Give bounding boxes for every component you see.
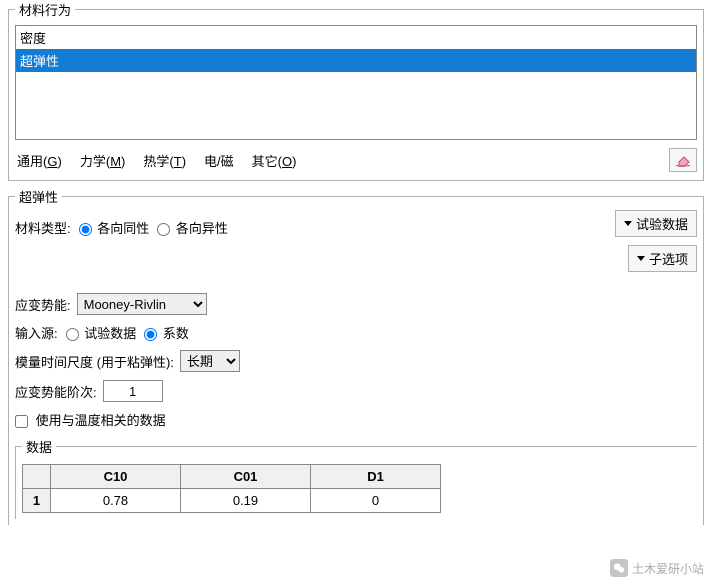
potential-order-input[interactable] xyxy=(103,380,163,402)
strain-potential-row: 应变势能: Mooney-Rivlin xyxy=(15,293,697,315)
table-header-row: C10 C01 D1 xyxy=(23,465,441,489)
material-type-label: 材料类型: xyxy=(15,218,71,237)
wechat-icon xyxy=(610,559,628,577)
strain-potential-label: 应变势能: xyxy=(15,295,71,314)
right-buttons: 试验数据 子选项 xyxy=(615,210,697,280)
coefficients-table[interactable]: C10 C01 D1 1 0.78 0.19 0 xyxy=(22,464,441,513)
potential-order-label: 应变势能阶次: xyxy=(15,382,97,401)
input-source-row: 输入源: 试验数据 系数 xyxy=(15,323,697,342)
radio-anisotropic[interactable]: 各向异性 xyxy=(155,218,228,237)
potential-order-row: 应变势能阶次: xyxy=(15,380,697,402)
chevron-down-icon xyxy=(624,221,632,226)
cell-c01[interactable]: 0.19 xyxy=(181,489,311,513)
col-c01[interactable]: C01 xyxy=(181,465,311,489)
timescale-row: 模量时间尺度 (用于粘弹性): 长期 xyxy=(15,350,697,372)
hyperelastic-group: 超弹性 试验数据 子选项 材料类型: 各向同性 各向异性 应变势能: Moone… xyxy=(8,187,704,525)
data-legend: 数据 xyxy=(22,437,56,456)
test-data-button[interactable]: 试验数据 xyxy=(615,210,697,237)
tab-general[interactable]: 通用(G) xyxy=(15,149,64,172)
radio-source-testdata[interactable]: 试验数据 xyxy=(64,323,137,342)
radio-source-coefficients[interactable]: 系数 xyxy=(142,323,189,342)
radio-isotropic[interactable]: 各向同性 xyxy=(77,218,150,237)
tab-thermal[interactable]: 热学(T) xyxy=(141,149,188,172)
chevron-down-icon xyxy=(637,256,645,261)
hyperelastic-legend: 超弹性 xyxy=(15,187,62,206)
temperature-data-checkbox[interactable]: 使用与温度相关的数据 xyxy=(15,410,166,429)
cell-d1[interactable]: 0 xyxy=(311,489,441,513)
behavior-item-density[interactable]: 密度 xyxy=(16,26,696,49)
behavior-item-hyperelastic[interactable]: 超弹性 xyxy=(16,49,696,72)
row-index: 1 xyxy=(23,489,51,513)
input-source-label: 输入源: xyxy=(15,323,58,342)
behavior-tab-row: 通用(G) 力学(M) 热学(T) 电/磁 其它(O) xyxy=(15,146,697,174)
tab-other[interactable]: 其它(O) xyxy=(250,149,299,172)
material-behavior-group: 材料行为 密度 超弹性 通用(G) 力学(M) 热学(T) 电/磁 其它(O) xyxy=(8,0,704,181)
material-behavior-legend: 材料行为 xyxy=(15,0,75,19)
eraser-icon xyxy=(675,153,691,167)
material-type-row: 材料类型: 各向同性 各向异性 xyxy=(15,218,615,237)
table-row[interactable]: 1 0.78 0.19 0 xyxy=(23,489,441,513)
temp-data-row: 使用与温度相关的数据 xyxy=(15,410,697,429)
material-behavior-list[interactable]: 密度 超弹性 xyxy=(15,25,697,140)
watermark: 土木爱研小站 xyxy=(610,559,704,577)
col-c10[interactable]: C10 xyxy=(51,465,181,489)
strain-potential-select[interactable]: Mooney-Rivlin xyxy=(77,293,207,315)
cell-c10[interactable]: 0.78 xyxy=(51,489,181,513)
tab-mechanical[interactable]: 力学(M) xyxy=(78,149,128,172)
data-group: 数据 C10 C01 D1 1 0.78 0.19 0 xyxy=(15,437,697,519)
timescale-label: 模量时间尺度 (用于粘弹性): xyxy=(15,352,174,371)
col-d1[interactable]: D1 xyxy=(311,465,441,489)
suboptions-button[interactable]: 子选项 xyxy=(628,245,697,272)
timescale-select[interactable]: 长期 xyxy=(180,350,240,372)
delete-behavior-button[interactable] xyxy=(669,148,697,172)
tab-electrical[interactable]: 电/磁 xyxy=(202,149,236,172)
